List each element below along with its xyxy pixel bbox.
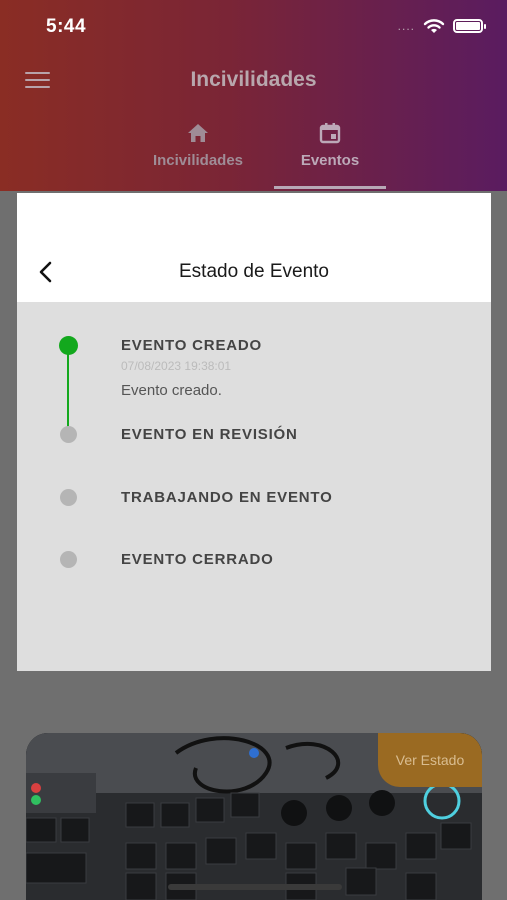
tab-eventos[interactable]: Eventos xyxy=(265,122,395,170)
event-status-modal: Estado de Evento EVENTO CREADO 07/08/202… xyxy=(17,193,491,671)
step-title: EVENTO CERRADO xyxy=(121,551,274,568)
tab-label: Eventos xyxy=(300,152,360,169)
step-dot-pending xyxy=(60,426,77,443)
step-dot-pending xyxy=(60,489,77,506)
calendar-icon xyxy=(319,123,341,144)
home-icon xyxy=(188,124,208,142)
app-header: 5:44 .... Incivilidades Incivilidades Ev… xyxy=(0,0,507,191)
battery-icon xyxy=(453,19,486,33)
modal-header: Estado de Evento xyxy=(17,193,491,302)
status-time: 5:44 xyxy=(46,16,87,37)
tab-incivilidades[interactable]: Incivilidades xyxy=(133,122,263,170)
step-date: 07/08/2023 19:38:01 xyxy=(121,359,232,373)
timeline-connector xyxy=(67,354,69,427)
tab-indicator xyxy=(274,186,386,189)
step-description: Evento creado. xyxy=(121,382,222,399)
status-timeline: EVENTO CREADO 07/08/2023 19:38:01 Evento… xyxy=(17,302,491,671)
step-dot-completed xyxy=(59,336,78,355)
step-title: TRABAJANDO EN EVENTO xyxy=(121,489,333,506)
event-card[interactable]: Ver Estado xyxy=(26,733,482,900)
view-status-button[interactable]: Ver Estado xyxy=(378,733,482,787)
home-indicator xyxy=(168,884,342,890)
status-icons: .... xyxy=(397,18,486,34)
signal-icon: .... xyxy=(397,19,415,33)
tab-label: Incivilidades xyxy=(152,152,244,169)
modal-title: Estado de Evento xyxy=(179,261,329,282)
wifi-icon xyxy=(423,19,445,33)
step-title: EVENTO CREADO xyxy=(121,337,262,354)
step-dot-pending xyxy=(60,551,77,568)
app-title: Incivilidades xyxy=(190,68,317,91)
status-bar: 5:44 .... xyxy=(0,0,507,54)
step-title: EVENTO EN REVISIÓN xyxy=(121,426,298,443)
